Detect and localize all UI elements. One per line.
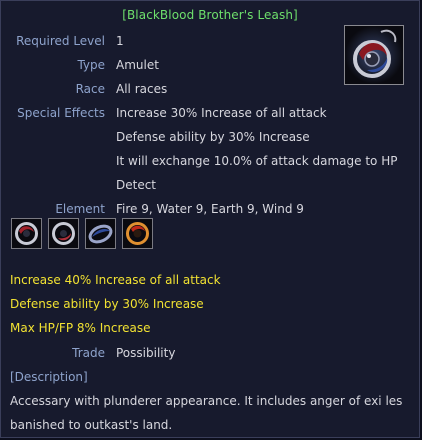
element-slot-4[interactable] — [122, 218, 153, 249]
element-slot-3[interactable] — [85, 218, 116, 249]
trade-row: Trade Possibility — [1, 341, 421, 365]
trade-label: Trade — [72, 346, 105, 360]
bonus-row-2: Defense ability by 30% Increase — [1, 292, 421, 316]
bonus-row-1: Increase 40% Increase of all attack — [1, 268, 421, 292]
bonus-line-2: Defense ability by 30% Increase — [10, 297, 204, 311]
earth-orb-icon — [88, 224, 113, 244]
race-row: Race All races — [1, 77, 421, 101]
item-description: Accessary with plunderer appearance. It … — [10, 394, 403, 432]
type-row: Type Amulet — [1, 53, 421, 77]
item-tooltip: [BlackBlood Brother's Leash] Required Le… — [0, 0, 420, 438]
wind-orb-icon — [126, 222, 149, 245]
description-header-row: [Description] — [1, 365, 421, 389]
bonus-line-3: Max HP/FP 8% Increase — [10, 321, 151, 335]
special-effect-row-3: It will exchange 10.0% of attack damage … — [1, 149, 421, 173]
water-orb-icon — [52, 222, 75, 245]
required-level-value: 1 — [116, 34, 124, 48]
special-effects-label: Special Effects — [17, 106, 105, 120]
special-effect-2: Defense ability by 30% Increase — [116, 130, 310, 144]
race-label: Race — [75, 82, 105, 96]
type-label: Type — [77, 58, 105, 72]
required-level-label: Required Level — [16, 34, 105, 48]
item-name: [BlackBlood Brother's Leash] — [122, 8, 298, 22]
special-effect-row-4: Detect — [1, 173, 421, 197]
special-effect-1: Increase 30% Increase of all attack — [116, 106, 327, 120]
special-effect-4: Detect — [116, 178, 157, 192]
fire-orb-icon — [15, 222, 38, 245]
element-slot-2[interactable] — [48, 218, 79, 249]
race-value: All races — [116, 82, 168, 96]
bonus-line-1: Increase 40% Increase of all attack — [10, 273, 221, 287]
bonus-row-3: Max HP/FP 8% Increase — [1, 316, 421, 340]
element-slot-1[interactable] — [11, 218, 42, 249]
type-value: Amulet — [116, 58, 159, 72]
required-level-row: Required Level 1 — [1, 29, 421, 53]
special-effects-row: Special Effects Increase 30% Increase of… — [1, 101, 421, 125]
special-effect-3: It will exchange 10.0% of attack damage … — [116, 154, 398, 168]
special-effect-row-2: Defense ability by 30% Increase — [1, 125, 421, 149]
description-header: [Description] — [10, 370, 88, 384]
trade-value: Possibility — [116, 346, 176, 360]
